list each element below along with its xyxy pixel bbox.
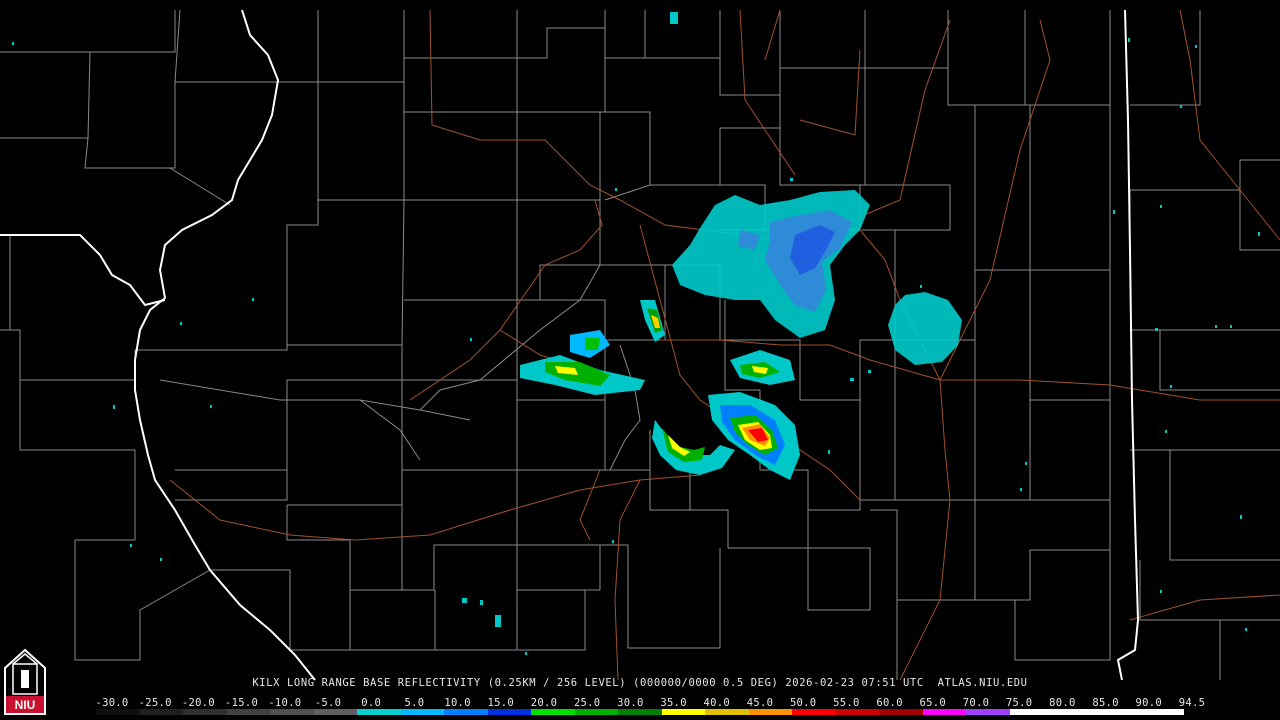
- scale-label: 15.0: [487, 697, 515, 709]
- scale-label: -15.0: [225, 697, 259, 709]
- scale-label: 60.0: [876, 697, 903, 709]
- colorbar-segment: [618, 709, 662, 715]
- scale-label: 90.0: [1135, 697, 1163, 709]
- scale-label: 65.0: [919, 697, 947, 709]
- colorbar-segment: [270, 709, 314, 715]
- colorbar-segment: [313, 709, 358, 715]
- colorbar-segment: [748, 709, 793, 715]
- scale-label: 45.0: [746, 697, 774, 709]
- colorbar-segment: [1009, 709, 1054, 715]
- colorbar-segment: [1053, 709, 1097, 715]
- scale-label: -5.0: [314, 697, 342, 709]
- scale-label: -30.0: [95, 697, 129, 709]
- colorbar-segment: [792, 709, 836, 715]
- scale-label: 70.0: [962, 697, 990, 709]
- colorbar-segment: [661, 709, 706, 715]
- colorbar-segment: [879, 709, 923, 715]
- radar-map: [0, 0, 1280, 720]
- colorbar-segment: [139, 709, 184, 715]
- product-caption: KILX LONG RANGE BASE REFLECTIVITY (0.25K…: [252, 677, 1028, 689]
- scale-label: 30.0: [617, 697, 644, 709]
- reflectivity-scale-labels: -30.0 -25.0 -20.0 -15.0 -10.0 -5.0 0.0 5.0 10.0 1…: [0, 697, 1280, 709]
- scale-label: 10.0: [444, 697, 471, 709]
- scale-label: 94.5: [1178, 697, 1206, 709]
- colorbar-segment: [531, 709, 575, 715]
- colorbar-segment: [922, 709, 967, 715]
- scale-label: 40.0: [703, 697, 731, 709]
- colorbar-segment: [966, 709, 1010, 715]
- scale-label: 5.0: [404, 697, 425, 709]
- scale-label: 0.0: [361, 697, 382, 709]
- scale-label: 35.0: [660, 697, 687, 709]
- colorbar-segment: [487, 709, 532, 715]
- scale-label: -10.0: [268, 697, 302, 709]
- scale-label: 50.0: [789, 697, 817, 709]
- colorbar-segment: [444, 709, 488, 715]
- reflectivity-colorbar: [96, 709, 1184, 715]
- colorbar-segment: [1096, 709, 1141, 715]
- scale-label: 80.0: [1049, 697, 1076, 709]
- colorbar-segment: [1140, 709, 1184, 715]
- scale-label: 75.0: [1005, 697, 1033, 709]
- colorbar-segment: [400, 709, 445, 715]
- scale-label: 25.0: [573, 697, 601, 709]
- colorbar-segment: [357, 709, 401, 715]
- scale-label: 55.0: [833, 697, 860, 709]
- scale-label: -25.0: [138, 697, 172, 709]
- colorbar-segment: [835, 709, 880, 715]
- colorbar-segment: [183, 709, 227, 715]
- colorbar-segment: [96, 709, 140, 715]
- map-background: [0, 0, 1280, 720]
- colorbar-segment: [574, 709, 619, 715]
- scale-label: 20.0: [530, 697, 558, 709]
- colorbar-segment: [226, 709, 271, 715]
- colorbar-segment: [705, 709, 749, 715]
- scale-label: -20.0: [181, 697, 215, 709]
- scale-label: 85.0: [1092, 697, 1119, 709]
